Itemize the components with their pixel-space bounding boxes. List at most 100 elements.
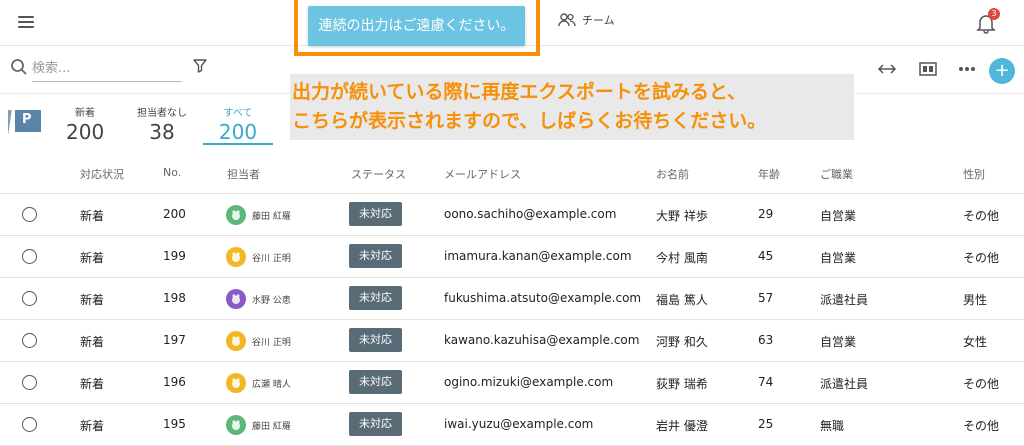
table-header: 対応状況 No. 担当者 ステータス メールアドレス お名前 年齢 ご職業 性別 <box>0 154 1024 194</box>
cell-no: 199 <box>163 249 186 263</box>
assignee-name: 藤田 紅羅 <box>252 211 291 222</box>
assignee-name: 広瀬 晴人 <box>252 379 291 390</box>
cell-age: 74 <box>758 375 774 389</box>
nav-team-label: チーム <box>582 14 615 27</box>
cell-name: 福島 篤人 <box>656 293 708 307</box>
stat-all[interactable]: すべて 200 <box>210 104 266 144</box>
row-select-radio[interactable] <box>22 375 37 390</box>
cell-no: 195 <box>163 417 186 431</box>
cell-state: 新着 <box>80 377 105 391</box>
cell-job: 派遣社員 <box>820 377 869 391</box>
table-row[interactable]: 新着 195 藤田 紅羅 未対応 iwai.yuzu@example.com 岩… <box>0 404 1024 446</box>
cell-email: ogino.mizuki@example.com <box>444 375 614 389</box>
cell-assignee: 水野 公恵 <box>226 289 291 309</box>
th-assignee[interactable]: 担当者 <box>227 166 260 182</box>
table-row[interactable]: 新着 199 谷川 正明 未対応 imamura.kanan@example.c… <box>0 236 1024 278</box>
cell-no: 196 <box>163 375 186 389</box>
status-badge[interactable]: 未対応 <box>349 286 402 310</box>
avatar <box>226 289 246 309</box>
cell-age: 29 <box>758 207 774 221</box>
nav-team[interactable]: チーム <box>558 12 615 28</box>
status-badge[interactable]: 未対応 <box>349 244 402 268</box>
cell-email: imamura.kanan@example.com <box>444 249 632 263</box>
more-options-icon[interactable] <box>957 60 977 78</box>
status-badge[interactable]: 未対応 <box>349 412 402 436</box>
notifications-button[interactable]: 3 <box>976 8 1000 34</box>
cell-gender: その他 <box>963 251 1000 265</box>
cell-assignee: 藤田 紅羅 <box>226 415 291 435</box>
animal-avatar-icon <box>232 252 240 262</box>
animal-avatar-icon <box>232 420 240 430</box>
cell-state: 新着 <box>80 251 105 265</box>
row-select-radio[interactable] <box>22 333 37 348</box>
th-age[interactable]: 年齢 <box>758 166 780 182</box>
table-row[interactable]: 新着 197 谷川 正明 未対応 kawano.kazuhisa@example… <box>0 320 1024 362</box>
avatar <box>226 247 246 267</box>
cell-email: oono.sachiho@example.com <box>444 207 617 221</box>
th-state[interactable]: 対応状況 <box>80 166 124 182</box>
cell-state: 新着 <box>80 419 105 433</box>
th-status[interactable]: ステータス <box>351 166 406 182</box>
avatar <box>226 205 246 225</box>
animal-avatar-icon <box>232 294 240 304</box>
cell-name: 河野 和久 <box>656 335 708 349</box>
search-input[interactable] <box>32 56 182 82</box>
cell-name: 荻野 瑞希 <box>656 377 708 391</box>
status-badge[interactable]: 未対応 <box>349 370 402 394</box>
cell-age: 25 <box>758 417 774 431</box>
expand-horizontal-icon[interactable] <box>877 60 897 78</box>
th-gender[interactable]: 性別 <box>963 166 985 182</box>
inquiry-table: 対応状況 No. 担当者 ステータス メールアドレス お名前 年齢 ご職業 性別… <box>0 154 1024 446</box>
cell-email: kawano.kazuhisa@example.com <box>444 333 640 347</box>
cell-name: 大野 祥歩 <box>656 209 708 223</box>
th-job[interactable]: ご職業 <box>820 166 853 182</box>
cell-age: 45 <box>758 249 774 263</box>
menu-icon[interactable] <box>18 16 34 28</box>
assignee-name: 谷川 正明 <box>252 253 291 264</box>
row-select-radio[interactable] <box>22 207 37 222</box>
cell-assignee: 谷川 正明 <box>226 247 291 267</box>
cell-job: 自営業 <box>820 335 857 349</box>
status-badge[interactable]: 未対応 <box>349 328 402 352</box>
row-select-radio[interactable] <box>22 249 37 264</box>
table-body: 新着 200 藤田 紅羅 未対応 oono.sachiho@example.co… <box>0 194 1024 446</box>
row-select-radio[interactable] <box>22 417 37 432</box>
cell-assignee: 谷川 正明 <box>226 331 291 351</box>
table-row[interactable]: 新着 198 水野 公恵 未対応 fukushima.atsuto@exampl… <box>0 278 1024 320</box>
cell-job: 無職 <box>820 419 845 433</box>
cell-gender: その他 <box>963 419 1000 433</box>
status-badge[interactable]: 未対応 <box>349 202 402 226</box>
callout-line-2: こちらが表示されますので、しばらくお待ちください。 <box>292 110 767 132</box>
cell-state: 新着 <box>80 209 105 223</box>
assignee-name: 水野 公恵 <box>252 295 291 306</box>
cell-job: 派遣社員 <box>820 293 869 307</box>
assignee-name: 藤田 紅羅 <box>252 421 291 432</box>
animal-avatar-icon <box>232 210 240 220</box>
annotation-callout: 出力が続いている際に再度エクスポートを試みると、 こちらが表示されますので、しば… <box>290 74 854 140</box>
avatar <box>226 331 246 351</box>
th-email[interactable]: メールアドレス <box>444 166 521 182</box>
th-name[interactable]: お名前 <box>656 166 689 182</box>
animal-avatar-icon <box>232 336 240 346</box>
add-button[interactable]: + <box>989 58 1015 84</box>
toast-message: 連続の出力はご遠慮ください。 <box>308 6 525 46</box>
column-view-icon[interactable] <box>918 60 938 78</box>
cell-gender: 男性 <box>963 293 988 307</box>
cell-job: 自営業 <box>820 251 857 265</box>
search-icon <box>11 59 27 75</box>
filter-icon[interactable] <box>192 58 208 74</box>
table-row[interactable]: 新着 196 広瀬 晴人 未対応 ogino.mizuki@example.co… <box>0 362 1024 404</box>
stat-unassigned[interactable]: 担当者なし 38 <box>132 104 192 144</box>
th-no[interactable]: No. <box>163 166 181 179</box>
cell-assignee: 藤田 紅羅 <box>226 205 291 225</box>
table-row[interactable]: 新着 200 藤田 紅羅 未対応 oono.sachiho@example.co… <box>0 194 1024 236</box>
cell-no: 197 <box>163 333 186 347</box>
stat-new[interactable]: 新着 200 <box>66 104 104 144</box>
row-select-radio[interactable] <box>22 291 37 306</box>
cell-age: 63 <box>758 333 774 347</box>
avatar <box>226 415 246 435</box>
avatar <box>226 373 246 393</box>
cell-state: 新着 <box>80 293 105 307</box>
team-icon <box>558 13 576 27</box>
cell-gender: その他 <box>963 377 1000 391</box>
